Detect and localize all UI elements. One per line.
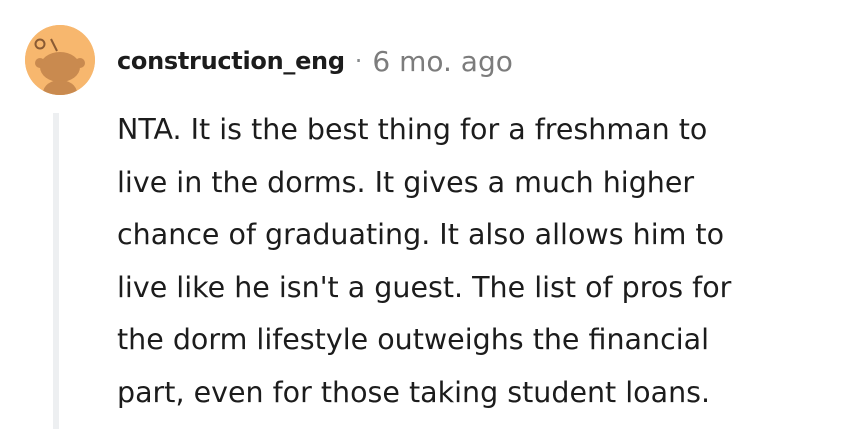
thread-collapse-line[interactable] (53, 113, 59, 429)
comment-line: NTA. It is the best thing for a freshman… (117, 113, 708, 146)
comment-header: construction_eng · 6 mo. ago (117, 40, 513, 82)
comment-line: the dorm lifestyle outweighs the financi… (117, 323, 710, 356)
timestamp[interactable]: 6 mo. ago (372, 45, 513, 78)
comment-line: live in the dorms. It gives a much highe… (117, 165, 695, 199)
separator-dot: · (354, 47, 363, 75)
comment-line: part, even for those taking student loan… (117, 375, 711, 409)
username-link[interactable]: construction_eng (117, 47, 345, 75)
comment-body: NTA. It is the best thing for a freshman… (117, 104, 837, 419)
comment: construction_eng · 6 mo. ago NTA. It is … (0, 0, 851, 429)
snoo-avatar-icon (25, 25, 95, 95)
avatar[interactable] (25, 25, 95, 95)
comment-line: live like he isn't a guest. The list of … (117, 270, 732, 304)
comment-line: chance of graduating. It also allows him… (117, 218, 725, 251)
